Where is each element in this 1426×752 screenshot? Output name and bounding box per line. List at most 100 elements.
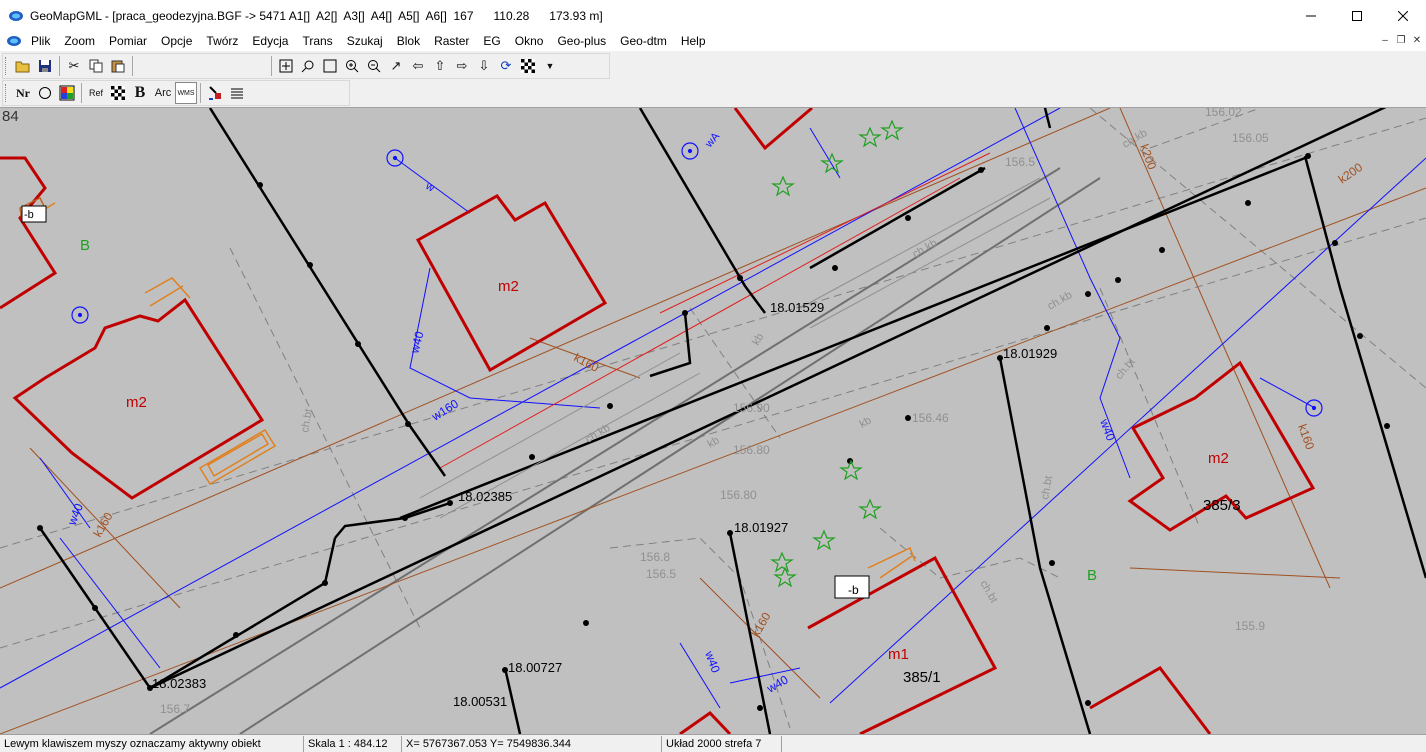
menu-geo-dtm[interactable]: Geo-dtm <box>613 31 674 51</box>
copy-button[interactable] <box>85 55 107 77</box>
parcel-number: 385/3 <box>1203 497 1241 514</box>
curb-label: ch.bt <box>977 579 999 606</box>
height-label: 156.05 <box>1232 131 1269 145</box>
menu-szukaj[interactable]: Szukaj <box>340 31 390 51</box>
cut-button[interactable]: ✂ <box>63 55 85 77</box>
pan-left-button[interactable]: ⇦ <box>407 55 429 77</box>
checker-icon <box>111 86 125 100</box>
menu-opcje[interactable]: Opcje <box>154 31 199 51</box>
toolbar-grip-2[interactable] <box>5 84 9 102</box>
pan-up-button[interactable]: ⇧ <box>429 55 451 77</box>
menu-zoom[interactable]: Zoom <box>57 31 102 51</box>
point-number: 18.02385 <box>458 489 512 504</box>
land-use-label: B <box>80 237 90 254</box>
point-number: 18.01927 <box>734 520 788 535</box>
zoom-out-button[interactable] <box>363 55 385 77</box>
zoom-in-button[interactable] <box>341 55 363 77</box>
menu-raster[interactable]: Raster <box>427 31 476 51</box>
scissors-icon: ✂ <box>68 58 80 73</box>
paste-icon <box>111 60 125 73</box>
zoom-window-icon <box>323 59 337 73</box>
minimize-icon <box>1306 15 1316 16</box>
paint-button[interactable] <box>204 82 226 104</box>
point-number: 18.02383 <box>152 676 206 691</box>
chevron-down-icon: ▼ <box>545 61 555 71</box>
refresh-button[interactable]: ⟳ <box>495 55 517 77</box>
color-palette-icon <box>59 85 75 101</box>
point-number: 18.01929 <box>1003 346 1057 361</box>
height-label: 155.9 <box>1235 619 1265 633</box>
menu-tworz[interactable]: Twórz <box>199 31 245 51</box>
menu-pomiar[interactable]: Pomiar <box>102 31 154 51</box>
height-label: 156.80 <box>720 488 757 502</box>
circle-button[interactable] <box>34 82 56 104</box>
point-number: 18.00727 <box>508 660 562 675</box>
menu-bar: Plik Zoom Pomiar Opcje Twórz Edycja Tran… <box>0 31 1426 51</box>
curb-label: kb <box>706 434 722 450</box>
paste-button[interactable] <box>107 55 129 77</box>
curb-label: ch.bt <box>1113 356 1138 382</box>
minimize-button[interactable] <box>1288 0 1334 31</box>
arrow-up-icon: ⇧ <box>434 58 446 73</box>
hatch-button[interactable] <box>517 55 539 77</box>
zoom-in-icon <box>346 60 359 73</box>
maximize-icon <box>1352 10 1362 21</box>
zoom-window-button[interactable] <box>319 55 341 77</box>
height-label: 156.80 <box>733 443 770 457</box>
open-folder-button[interactable] <box>12 55 34 77</box>
menu-geo-plus[interactable]: Geo-plus <box>550 31 613 51</box>
zoom-previous-button[interactable] <box>297 55 319 77</box>
map-drawing[interactable]: m2 m2 m2 m1 385/3 385/1 B B 18.01529 18.… <box>0 108 1426 734</box>
maximize-button[interactable] <box>1334 0 1380 31</box>
mdi-minimize-button[interactable]: – <box>1378 34 1392 47</box>
status-bar: Lewym klawiszem myszy oznaczamy aktywny … <box>0 734 1426 752</box>
water-label: w40 <box>407 330 427 356</box>
menu-edycja[interactable]: Edycja <box>245 31 295 51</box>
nr-button[interactable]: Nr <box>12 82 34 104</box>
height-label: 156.46 <box>912 411 949 425</box>
bold-button[interactable]: B <box>129 82 151 104</box>
zoom-out-icon <box>368 60 381 73</box>
status-coordinates: X= 5767367.053 Y= 7549836.344 <box>402 735 662 752</box>
map-canvas[interactable]: m2 m2 m2 m1 385/3 385/1 B B 18.01529 18.… <box>0 108 1426 734</box>
mdi-close-button[interactable]: ✕ <box>1410 34 1424 47</box>
menu-okno[interactable]: Okno <box>508 31 551 51</box>
pan-down-button[interactable]: ⇩ <box>473 55 495 77</box>
main-toolbar: ✂ ↗ ⇦ ⇧ ⇨ ⇩ ⟳ ▼ <box>2 53 610 79</box>
menu-help[interactable]: Help <box>674 31 713 51</box>
menu-blok[interactable]: Blok <box>390 31 427 51</box>
color-button[interactable] <box>56 82 78 104</box>
ref-button[interactable]: Ref <box>85 82 107 104</box>
building-label: m2 <box>1208 450 1229 467</box>
pan-northeast-button[interactable]: ↗ <box>385 55 407 77</box>
wms-button[interactable]: WMS <box>175 82 197 104</box>
close-button[interactable] <box>1380 0 1426 31</box>
menu-trans[interactable]: Trans <box>295 31 339 51</box>
water-label: w40 <box>64 501 86 528</box>
height-label: 156.5 <box>1005 155 1035 169</box>
water-label: w <box>423 180 437 195</box>
curb-label: kb <box>750 331 766 347</box>
toolbar-grip[interactable] <box>5 57 9 75</box>
building-label: m2 <box>126 394 147 411</box>
layers-button[interactable] <box>226 82 248 104</box>
land-use-label: B <box>1087 567 1097 584</box>
arrow-left-icon: ⇦ <box>412 58 424 73</box>
dropdown-button[interactable]: ▼ <box>539 55 561 77</box>
curb-label: kb <box>858 414 874 430</box>
status-empty <box>782 736 1426 752</box>
pan-right-button[interactable]: ⇨ <box>451 55 473 77</box>
height-label: 156.02 <box>1205 108 1242 119</box>
menu-plik[interactable]: Plik <box>24 31 57 51</box>
parcel-number: 385/1 <box>903 669 941 686</box>
building-label: m1 <box>888 646 909 663</box>
hatch-button-2[interactable] <box>107 82 129 104</box>
mdi-restore-button[interactable]: ❐ <box>1394 34 1408 47</box>
save-button[interactable] <box>34 55 56 77</box>
app-icon <box>8 10 24 22</box>
arc-button[interactable]: Arc <box>151 82 175 104</box>
menu-eg[interactable]: EG <box>476 31 507 51</box>
checker-icon <box>521 59 535 73</box>
building-label: m2 <box>498 278 519 295</box>
zoom-extent-button[interactable] <box>275 55 297 77</box>
